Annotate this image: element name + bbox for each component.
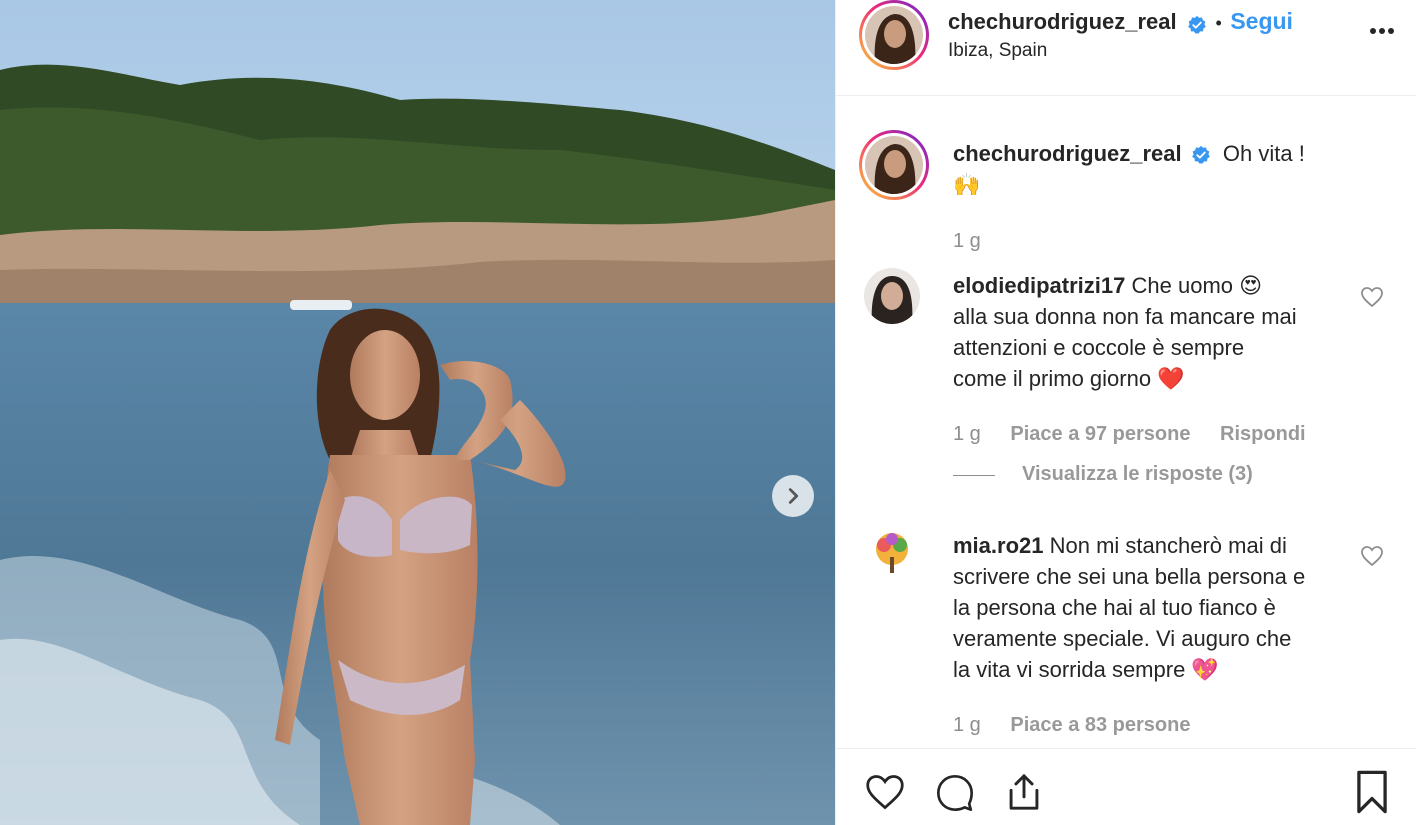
action-bar <box>836 748 1416 825</box>
replies-divider <box>953 475 995 476</box>
reply-button[interactable]: Rispondi <box>1220 423 1306 445</box>
comment-line: come il primo giorno ❤️ <box>953 366 1185 391</box>
heart-icon <box>866 775 904 810</box>
post-photo[interactable] <box>0 0 835 825</box>
bookmark-icon <box>1357 770 1387 814</box>
follow-button[interactable]: Segui <box>1230 8 1293 34</box>
share-icon <box>1009 774 1039 810</box>
comment-username[interactable]: elodiedipatrizi17 <box>953 273 1125 298</box>
more-horizontal-icon <box>1370 28 1394 34</box>
beach-photo-illustration <box>0 0 835 825</box>
caption-text: Oh vita ! <box>1222 141 1305 166</box>
comment-body: mia.ro21 Non mi stancherò mai di scriver… <box>953 530 1373 685</box>
heart-icon <box>1361 546 1383 567</box>
caption-avatar-image <box>865 136 923 194</box>
verified-badge-icon <box>1191 146 1210 164</box>
comment-icon <box>937 775 973 811</box>
comment-button[interactable] <box>934 773 976 818</box>
comment-line: Che uomo 😍 <box>1131 273 1263 298</box>
heart-icon <box>1361 287 1383 308</box>
comment-line: veramente speciale. Vi auguro che <box>953 626 1292 651</box>
view-replies-label: Visualizza le risposte (3) <box>1022 463 1253 485</box>
verified-badge-icon <box>1188 15 1206 34</box>
comment-line: la persona che hai al tuo fianco è <box>953 595 1276 620</box>
view-replies-button[interactable]: Visualizza le risposte (3) <box>1022 463 1253 486</box>
comment-likes[interactable]: Piace a 97 persone <box>1010 423 1190 445</box>
comment-line: scrivere che sei una bella persona e <box>953 564 1306 589</box>
comment-meta: 1 g Piace a 83 persone <box>953 714 1190 737</box>
chevron-right-icon <box>788 488 799 504</box>
comment-meta: 1 g Piace a 97 persone Rispondi <box>953 423 1306 446</box>
comment-body: elodiedipatrizi17 Che uomo 😍 alla sua do… <box>953 270 1353 394</box>
comment-avatar[interactable] <box>864 268 920 324</box>
comment-age[interactable]: 1 g <box>953 714 981 736</box>
comment-line: la vita vi sorrida sempre 💖 <box>953 657 1219 682</box>
caption-username[interactable]: chechurodriguez_real <box>953 141 1182 166</box>
comment-line: alla sua donna non fa mancare mai <box>953 304 1297 329</box>
tree-avatar-image <box>864 527 920 583</box>
more-options-button[interactable] <box>1369 22 1395 40</box>
comment-avatar[interactable] <box>864 527 920 583</box>
caption-avatar[interactable] <box>859 130 929 200</box>
author-username[interactable]: chechurodriguez_real <box>948 9 1177 34</box>
commenter-avatar-image <box>864 268 920 324</box>
comment-age[interactable]: 1 g <box>953 423 981 445</box>
comment-line: Non mi stancherò mai di <box>1049 533 1287 558</box>
post-location[interactable]: Ibiza, Spain <box>948 40 1047 62</box>
share-button[interactable] <box>1004 771 1044 818</box>
comment-like-button[interactable] <box>1360 545 1384 572</box>
header-separator: • <box>1215 13 1222 33</box>
next-photo-button[interactable] <box>772 475 814 517</box>
comment-like-button[interactable] <box>1360 286 1384 313</box>
comment-likes[interactable]: Piace a 83 persone <box>1010 714 1190 736</box>
post-side-panel: chechurodriguez_real • Segui Ibiza, Spai… <box>835 0 1416 825</box>
post-header: chechurodriguez_real • Segui Ibiza, Spai… <box>836 0 1416 96</box>
caption-age[interactable]: 1 g <box>953 230 981 253</box>
author-avatar[interactable] <box>859 0 929 70</box>
comment-username[interactable]: mia.ro21 <box>953 533 1044 558</box>
save-button[interactable] <box>1354 769 1390 820</box>
like-button[interactable] <box>864 773 906 816</box>
post-caption: chechurodriguez_real Oh vita ! 🙌 <box>953 138 1393 200</box>
caption-emoji: 🙌 <box>953 172 981 197</box>
author-avatar-image <box>865 6 923 64</box>
comment-line: attenzioni e coccole è sempre <box>953 335 1245 360</box>
